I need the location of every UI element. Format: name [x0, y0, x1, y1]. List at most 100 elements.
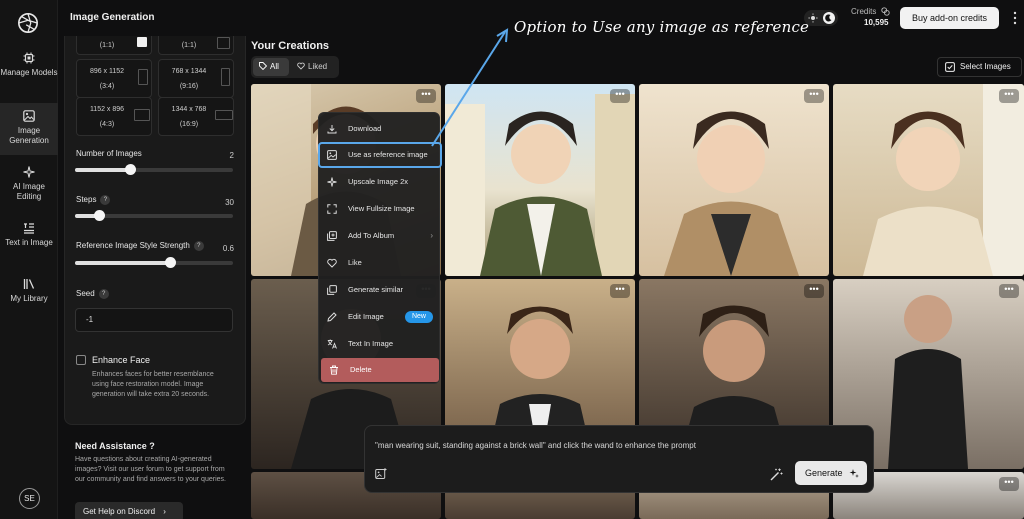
menu-item-use-as-reference[interactable]: Use as reference image — [318, 142, 442, 168]
tag-icon — [259, 62, 268, 71]
menu-item-label: Use as reference image — [348, 150, 428, 159]
menu-item-add-to-album[interactable]: Add To Album › — [319, 224, 441, 248]
prompt-input[interactable]: "man wearing suit, standing against a br… — [375, 441, 696, 450]
creation-thumb[interactable]: ••• — [445, 84, 635, 276]
enhance-face-checkbox[interactable] — [76, 355, 86, 365]
thumb-more-button[interactable]: ••• — [999, 89, 1019, 103]
rail-item-manage-models[interactable]: Manage Models — [0, 52, 58, 92]
thumb-more-button[interactable]: ••• — [999, 477, 1019, 491]
annotation-text: Option to Use any image as reference — [514, 18, 810, 36]
filter-tabs: All Liked — [251, 56, 339, 78]
ratio-option-3-4[interactable]: 896 x 1152 (3:4) — [76, 59, 152, 98]
select-images-button[interactable]: Select Images — [937, 57, 1022, 77]
ratio-option-1-1-alt[interactable]: (1:1) — [158, 36, 234, 55]
menu-item-edit-image[interactable]: Edit Image New — [319, 305, 441, 329]
creations-title: Your Creations — [251, 40, 330, 52]
menu-item-like[interactable]: Like — [319, 251, 441, 275]
app-logo-icon[interactable] — [17, 12, 39, 34]
tab-all[interactable]: All — [253, 58, 289, 76]
help-icon[interactable]: ? — [100, 195, 111, 205]
nav-rail: Manage Models Image Generation AI Image … — [0, 0, 58, 519]
thumb-more-button[interactable]: ••• — [610, 284, 630, 298]
menu-item-label: Delete — [350, 365, 372, 374]
thumb-more-button[interactable]: ••• — [999, 284, 1019, 298]
rail-item-label: Image Generation — [9, 126, 49, 145]
menu-item-delete[interactable]: Delete — [321, 358, 439, 382]
rail-item-image-generation[interactable]: Image Generation — [0, 103, 58, 155]
image-icon — [23, 110, 35, 122]
help-icon[interactable]: ? — [98, 289, 109, 299]
seed-label: Seed? — [76, 289, 109, 299]
coins-icon — [880, 7, 890, 17]
ratio-dims: 1344 x 768 — [171, 106, 207, 113]
menu-item-label: Upscale Image 2x — [348, 177, 409, 186]
steps-slider[interactable] — [75, 210, 233, 221]
thumb-more-button[interactable]: ••• — [416, 89, 436, 103]
tab-liked[interactable]: Liked — [291, 58, 337, 76]
thumb-art — [863, 84, 1024, 276]
add-image-icon[interactable] — [375, 468, 387, 480]
menu-item-text-in-image[interactable]: Text In Image — [319, 332, 441, 356]
rail-item-ai-image-editing[interactable]: AI Image Editing — [0, 166, 58, 206]
ratio-dims: 768 x 1344 — [171, 68, 207, 75]
more-vertical-icon[interactable] — [1012, 11, 1018, 25]
ratio-option-9-16[interactable]: 768 x 1344 (9:16) — [158, 59, 234, 98]
buy-credits-button[interactable]: Buy add-on credits — [900, 7, 999, 29]
creation-thumb[interactable]: ••• — [833, 84, 1024, 276]
menu-item-label: Add To Album — [348, 231, 395, 240]
num-images-slider[interactable] — [75, 164, 233, 175]
chevron-right-icon: › — [430, 231, 433, 240]
ratio-shape — [217, 37, 230, 49]
menu-item-upscale[interactable]: Upscale Image 2x — [319, 170, 441, 194]
thumb-more-button[interactable]: ••• — [610, 89, 630, 103]
thumb-more-button[interactable]: ••• — [804, 284, 824, 298]
menu-item-label: Like — [348, 258, 362, 267]
rail-item-label: Text in Image — [5, 238, 53, 247]
ratio-option-4-3[interactable]: 1152 x 896 (4:3) — [76, 97, 152, 136]
avatar[interactable]: SE — [19, 488, 40, 509]
slider-fill — [75, 261, 170, 265]
rail-item-my-library[interactable]: My Library — [0, 278, 58, 310]
ref-strength-slider[interactable] — [75, 257, 233, 268]
ratio-shape — [221, 68, 230, 86]
magic-wand-icon[interactable] — [770, 468, 783, 481]
rail-item-text-in-image[interactable]: Text in Image — [0, 222, 58, 262]
library-icon — [23, 279, 35, 289]
menu-item-view-fullsize[interactable]: View Fullsize Image — [319, 197, 441, 221]
ratio-shape — [215, 110, 233, 120]
steps-label-text: Steps — [76, 195, 97, 205]
thumb-art — [445, 94, 635, 276]
steps-label: Steps? — [76, 195, 111, 205]
generate-button[interactable]: Generate — [795, 461, 867, 485]
steps-value: 30 — [225, 198, 234, 207]
chip-icon — [23, 52, 35, 64]
slider-knob[interactable] — [164, 257, 176, 268]
menu-item-label: Download — [348, 124, 382, 133]
creation-thumb[interactable]: ••• — [639, 84, 829, 276]
discord-help-label: Get Help on Discord — [83, 507, 156, 516]
select-images-label: Select Images — [960, 62, 1011, 71]
upscale-sparkle-icon — [327, 177, 337, 187]
ratio-option-16-9[interactable]: 1344 x 768 (16:9) — [158, 97, 234, 136]
seed-label-text: Seed — [76, 289, 95, 299]
assist-desc: Have questions about creating AI-generat… — [75, 456, 226, 483]
select-check-icon — [945, 62, 955, 72]
slider-knob[interactable] — [93, 210, 105, 221]
menu-item-download[interactable]: Download — [319, 117, 441, 141]
assist-title: Need Assistance ? — [75, 441, 155, 451]
thumb-more-button[interactable]: ••• — [804, 89, 824, 103]
ratio-option-1-1[interactable]: (1:1) — [76, 36, 152, 55]
menu-item-label: Edit Image — [348, 312, 384, 321]
slider-fill — [75, 168, 131, 172]
heart-icon — [297, 62, 305, 70]
help-icon[interactable]: ? — [193, 241, 204, 251]
ratio-aspect: (3:4) — [99, 83, 115, 90]
ratio-aspect: (4:3) — [99, 121, 115, 128]
sparkle-icon — [23, 166, 35, 178]
discord-help-button[interactable]: Get Help on Discord › — [75, 502, 183, 519]
seed-input[interactable]: -1 — [75, 308, 233, 332]
menu-item-generate-similar[interactable]: Generate similar — [319, 278, 441, 302]
num-images-value: 2 — [229, 151, 234, 160]
expand-icon — [327, 204, 337, 214]
sparkles-icon — [849, 469, 859, 478]
